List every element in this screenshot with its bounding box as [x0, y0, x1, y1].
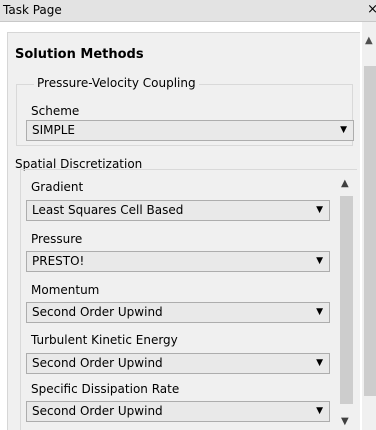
momentum-dropdown[interactable]: Second Order Upwind ▼: [26, 302, 330, 323]
chevron-down-icon: ▼: [316, 205, 323, 215]
tke-dropdown[interactable]: Second Order Upwind ▼: [26, 353, 330, 374]
section-title: Solution Methods: [15, 47, 144, 62]
scheme-dropdown[interactable]: SIMPLE ▼: [26, 120, 354, 141]
pressure-value: PRESTO!: [32, 254, 85, 268]
sdr-label: Specific Dissipation Rate: [31, 382, 180, 396]
sdr-dropdown[interactable]: Second Order Upwind ▼: [26, 401, 330, 422]
discretization-scrollbar[interactable]: ▲ ▼: [337, 176, 355, 430]
pressure-label: Pressure: [31, 232, 83, 246]
scheme-label: Scheme: [31, 104, 80, 118]
chevron-down-icon: ▼: [316, 256, 323, 266]
panel-scrollbar[interactable]: ▲: [362, 22, 376, 430]
chevron-down-icon[interactable]: ▼: [341, 416, 349, 427]
close-icon[interactable]: ×: [367, 2, 376, 17]
scrollbar-thumb[interactable]: [340, 196, 353, 404]
scheme-value: SIMPLE: [32, 123, 76, 137]
momentum-value: Second Order Upwind: [32, 305, 163, 319]
gradient-label: Gradient: [31, 180, 84, 194]
chevron-down-icon: ▼: [316, 406, 323, 416]
chevron-down-icon: ▼: [316, 358, 323, 368]
title-bar: Task Page ×: [0, 0, 376, 22]
pressure-dropdown[interactable]: PRESTO! ▼: [26, 251, 330, 272]
tke-value: Second Order Upwind: [32, 356, 163, 370]
tke-label: Turbulent Kinetic Energy: [31, 333, 178, 347]
sdr-value: Second Order Upwind: [32, 404, 163, 418]
chevron-up-icon[interactable]: ▲: [341, 178, 349, 189]
chevron-down-icon: ▼: [316, 307, 323, 317]
gradient-dropdown[interactable]: Least Squares Cell Based ▼: [26, 200, 330, 221]
gradient-value: Least Squares Cell Based: [32, 203, 184, 217]
chevron-up-icon[interactable]: ▲: [365, 35, 373, 46]
pressure-velocity-legend: Pressure-Velocity Coupling: [34, 76, 199, 90]
chevron-down-icon: ▼: [340, 125, 347, 135]
window-title: Task Page: [3, 3, 62, 17]
momentum-label: Momentum: [31, 283, 100, 297]
scrollbar-thumb[interactable]: [364, 66, 376, 396]
